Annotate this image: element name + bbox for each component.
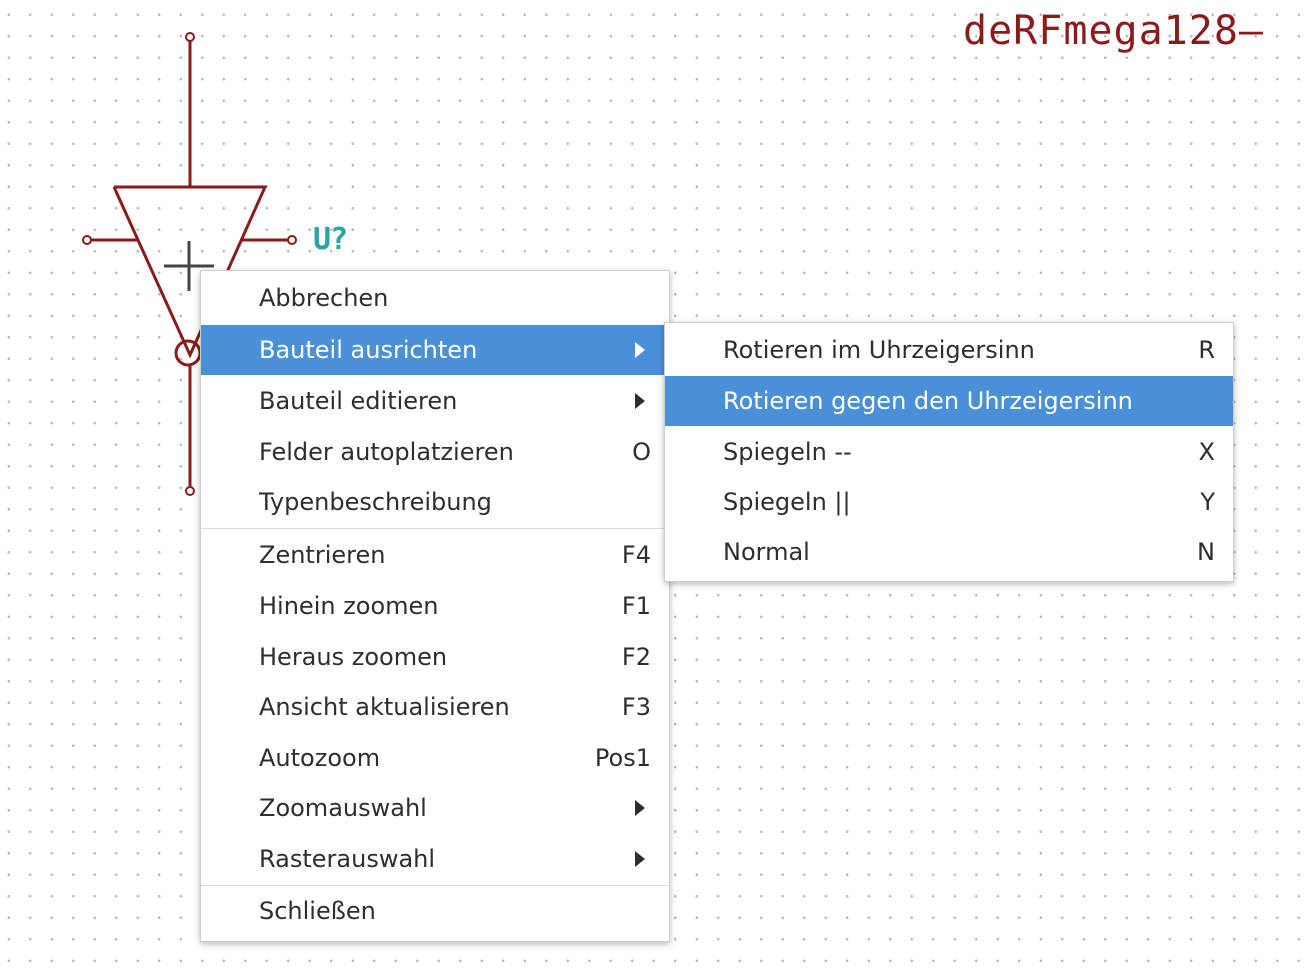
menu-item-label: Heraus zoomen	[259, 643, 448, 671]
menu-item-label: Rotieren gegen den Uhrzeigersinn	[723, 387, 1133, 415]
menu-item-shortcut: F1	[621, 592, 651, 620]
menu-item-label: Autozoom	[259, 744, 381, 772]
menu-item-shortcut: N	[1197, 538, 1215, 566]
menu-item-bauteil-ausrichten[interactable]: Bauteil ausrichten	[201, 325, 669, 375]
menu-item-label: Zentrieren	[259, 541, 386, 569]
menu-item-typenbeschreibung[interactable]: Typenbeschreibung	[201, 477, 669, 527]
menu-item-rasterauswahl[interactable]: Rasterauswahl	[201, 834, 669, 884]
menu-separator	[201, 528, 669, 529]
menu-item-label: Bauteil editieren	[259, 387, 458, 415]
component-reference[interactable]: U?	[313, 222, 348, 257]
menu-item-label: Spiegeln --	[723, 438, 852, 466]
menu-item-label: Bauteil ausrichten	[259, 336, 478, 364]
menu-item-zentrieren[interactable]: Zentrieren F4	[201, 530, 669, 580]
submenu-item-rotate-cw[interactable]: Rotieren im Uhrzeigersinn R	[665, 325, 1233, 375]
menu-item-shortcut: Y	[1200, 488, 1215, 516]
menu-item-label: Felder autoplatzieren	[259, 438, 514, 466]
menu-item-shortcut: F4	[621, 541, 651, 569]
orient-submenu: Rotieren im Uhrzeigersinn R Rotieren geg…	[664, 322, 1234, 582]
menu-item-shortcut: X	[1198, 438, 1215, 466]
menu-item-shortcut: Pos1	[594, 744, 651, 772]
menu-item-label: Rasterauswahl	[259, 845, 436, 873]
menu-item-shortcut: O	[632, 438, 651, 466]
menu-item-bauteil-editieren[interactable]: Bauteil editieren	[201, 376, 669, 426]
menu-item-label: Rotieren im Uhrzeigersinn	[723, 336, 1035, 364]
menu-item-abbrechen[interactable]: Abbrechen	[201, 273, 669, 323]
submenu-item-mirror-y[interactable]: Spiegeln || Y	[665, 477, 1233, 527]
menu-item-shortcut: F2	[621, 643, 651, 671]
menu-item-heraus-zoomen[interactable]: Heraus zoomen F2	[201, 632, 669, 682]
menu-item-shortcut: F3	[621, 693, 651, 721]
submenu-arrow-icon	[635, 393, 645, 409]
menu-item-label: Hinein zoomen	[259, 592, 439, 620]
context-menu: Abbrechen Bauteil ausrichten Bauteil edi…	[200, 270, 670, 942]
submenu-item-mirror-x[interactable]: Spiegeln -- X	[665, 427, 1233, 477]
menu-item-zoomauswahl[interactable]: Zoomauswahl	[201, 783, 669, 833]
menu-item-label: Spiegeln ||	[723, 488, 851, 516]
menu-item-shortcut: R	[1198, 336, 1215, 364]
submenu-arrow-icon	[635, 800, 645, 816]
submenu-arrow-icon	[635, 342, 645, 358]
menu-item-label: Ansicht aktualisieren	[259, 693, 510, 721]
submenu-item-rotate-ccw[interactable]: Rotieren gegen den Uhrzeigersinn	[665, 376, 1233, 426]
menu-item-hinein-zoomen[interactable]: Hinein zoomen F1	[201, 581, 669, 631]
sheet-title: deRFmega128–	[963, 8, 1264, 54]
menu-item-felder-autoplatzieren[interactable]: Felder autoplatzieren O	[201, 427, 669, 477]
menu-item-label: Normal	[723, 538, 810, 566]
menu-item-ansicht-aktualisieren[interactable]: Ansicht aktualisieren F3	[201, 682, 669, 732]
menu-item-label: Zoomauswahl	[259, 794, 427, 822]
submenu-arrow-icon	[635, 851, 645, 867]
menu-item-label: Schließen	[259, 897, 376, 925]
submenu-item-normal[interactable]: Normal N	[665, 527, 1233, 577]
menu-item-schliessen[interactable]: Schließen	[201, 886, 669, 936]
menu-item-label: Abbrechen	[259, 284, 389, 312]
menu-item-label: Typenbeschreibung	[259, 488, 492, 516]
menu-item-autozoom[interactable]: Autozoom Pos1	[201, 733, 669, 783]
